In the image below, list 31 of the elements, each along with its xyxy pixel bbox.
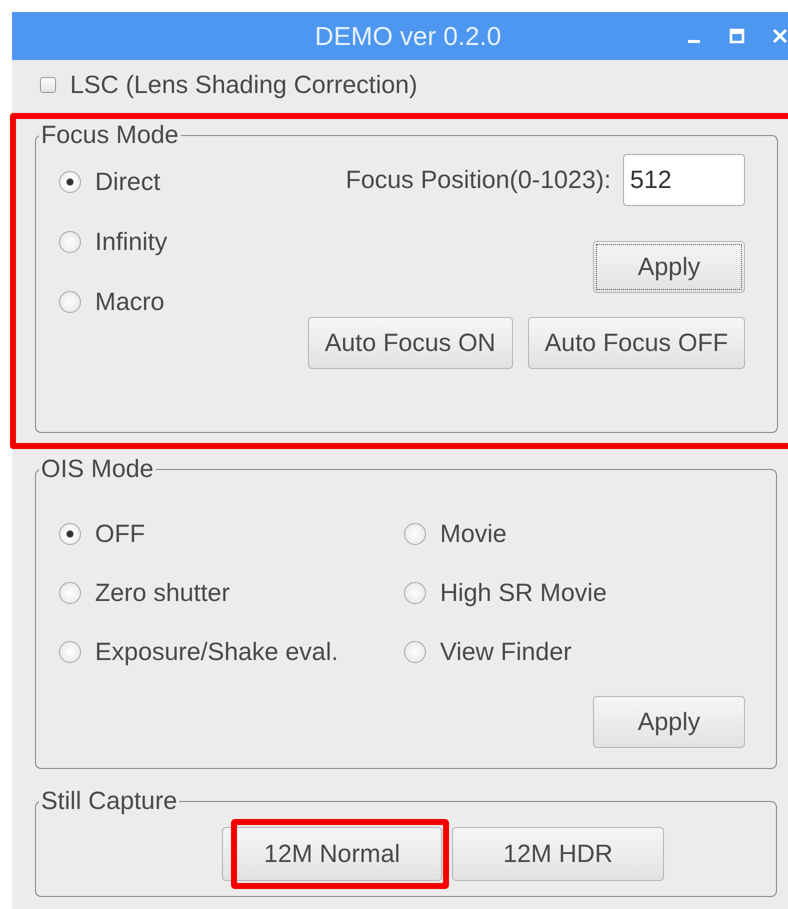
radio-button[interactable] xyxy=(59,231,81,253)
radio-button[interactable] xyxy=(59,641,81,663)
radio-label: Exposure/Shake eval. xyxy=(95,638,338,666)
radio-button[interactable] xyxy=(404,641,426,663)
radio-label: Infinity xyxy=(95,228,168,256)
radio-label: Movie xyxy=(440,520,507,548)
apply-button[interactable]: Apply xyxy=(593,241,745,293)
radio-label: Zero shutter xyxy=(95,578,230,608)
radio-label: View Finder xyxy=(440,638,572,666)
checkbox[interactable] xyxy=(40,77,56,93)
push-button[interactable]: Auto Focus OFF xyxy=(528,317,745,369)
maximize-icon[interactable] xyxy=(729,28,745,44)
radio-label: High SR Movie xyxy=(440,578,607,608)
radio-button[interactable] xyxy=(59,582,81,604)
radio-label: Direct xyxy=(95,168,160,196)
radio-button[interactable] xyxy=(404,523,426,545)
radio-button[interactable] xyxy=(59,171,81,193)
push-button[interactable]: Auto Focus ON xyxy=(308,317,513,369)
radio-label: OFF xyxy=(95,520,145,548)
apply-button[interactable]: Apply xyxy=(593,696,745,748)
close-icon[interactable] xyxy=(772,28,788,44)
radio-button[interactable] xyxy=(59,291,81,313)
radio-button[interactable] xyxy=(59,523,81,545)
checkbox-label: LSC (Lens Shading Correction) xyxy=(70,70,418,100)
push-button[interactable]: 12M HDR xyxy=(452,827,664,881)
field-label: Focus Position(0-1023): xyxy=(346,166,611,194)
radio-button[interactable] xyxy=(404,582,426,604)
window-title: DEMO ver 0.2.0 xyxy=(314,20,502,52)
radio-label: Macro xyxy=(95,288,164,316)
input-field[interactable]: 512 xyxy=(623,154,745,206)
push-button[interactable]: 12M Normal xyxy=(222,827,442,881)
